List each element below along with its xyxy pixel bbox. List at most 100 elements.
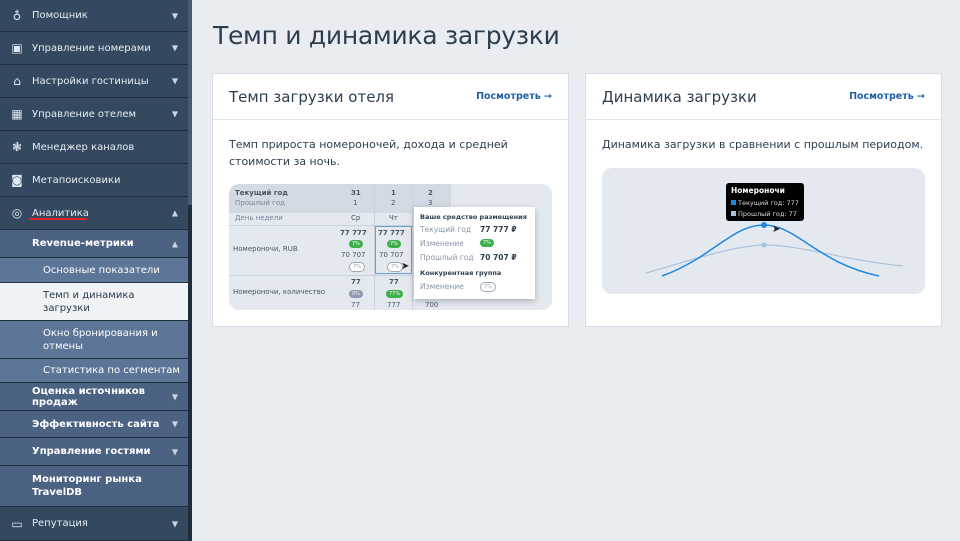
- calendar-icon: ▣: [11, 41, 23, 55]
- cell: Ср: [351, 214, 361, 222]
- label: Помощник: [32, 10, 88, 21]
- pace-table-preview: Текущий год Прошлый год День недели 31 1…: [229, 184, 552, 310]
- tooltip-heading: Ваше средство размещения: [420, 213, 527, 221]
- tooltip-title: Номероночи: [731, 186, 785, 195]
- sidebar-item-analytics[interactable]: ◎ Аналитика ▲: [0, 197, 188, 230]
- change-badge: 7%: [387, 240, 401, 248]
- sidebar-item-hotel-management[interactable]: ▦ Управление отелем ▼: [0, 98, 188, 131]
- chevron-down-icon: ▼: [171, 519, 178, 528]
- current-year-point: [761, 222, 767, 228]
- change-badge: 7%: [480, 282, 496, 292]
- sidebar-item-reputation[interactable]: ▭ Репутация ▼: [0, 507, 188, 541]
- label: Метапоисковики: [32, 174, 121, 186]
- chevron-up-icon: ▲: [171, 208, 178, 218]
- row-label: Номероночи, RUB: [233, 245, 298, 253]
- sidebar-scrollbar-thumb[interactable]: [188, 0, 192, 205]
- sidebar-item-channel-manager[interactable]: ❃ Менеджер каналов: [0, 131, 188, 164]
- sidebar-item-metasearch[interactable]: ◙ Метапоисковики: [0, 164, 188, 197]
- cell: 1: [391, 189, 396, 197]
- sidebar-item-assistant[interactable]: ♁ Помощник ▼: [0, 0, 188, 32]
- view-link[interactable]: Посмотреть →: [476, 91, 552, 102]
- sidebar-item-site-efficiency[interactable]: Эффективность сайта ▼: [0, 411, 188, 438]
- card-description: Динамика загрузки в сравнении с прошлым …: [602, 138, 924, 151]
- tooltip-current: Текущий год: 777: [738, 199, 799, 207]
- label: Настройки гостиницы: [32, 75, 149, 87]
- sidebar-item-guests[interactable]: Управление гостями ▼: [0, 438, 188, 466]
- label: Темп и динамика загрузки: [43, 289, 135, 314]
- cell: 70 707: [341, 251, 366, 259]
- cell: 77 777: [378, 229, 405, 237]
- chat-icon: ▭: [11, 516, 23, 531]
- sidebar-item-segments[interactable]: Статистика по сегментам: [0, 359, 188, 383]
- label: Основные показатели: [43, 264, 160, 276]
- chevron-down-icon: ▼: [171, 76, 178, 86]
- card-title: Темп загрузки отеля: [229, 87, 395, 106]
- sidebar-item-hotel-settings[interactable]: ⌂ Настройки гостиницы ▼: [0, 65, 188, 98]
- label: Управление отелем: [32, 108, 137, 120]
- change-badge: 7%: [349, 240, 363, 248]
- chart-tooltip: Номероночи Текущий год: 777 Прошлый год:…: [726, 183, 804, 221]
- home-icon: ⌂: [13, 74, 21, 88]
- view-link[interactable]: Посмотреть →: [849, 91, 925, 102]
- chevron-down-icon: ▼: [171, 43, 178, 53]
- sidebar-item-pace[interactable]: Темп и динамика загрузки: [0, 283, 188, 321]
- card-description: Темп прироста номероночей, дохода и сред…: [229, 138, 508, 168]
- cursor-icon: ➤: [772, 224, 781, 235]
- label: Эффективность сайта: [32, 418, 160, 430]
- label: Управление номерами: [32, 42, 151, 54]
- label: День недели: [235, 214, 283, 222]
- chevron-down-icon: ▼: [171, 419, 178, 429]
- label: Управление гостями: [32, 446, 151, 457]
- label: Прошлый год: [420, 253, 474, 262]
- cell: 31: [351, 189, 361, 197]
- cell: 70 707: [379, 251, 404, 259]
- cell: 77: [351, 278, 361, 286]
- cursor-icon: ➤: [401, 261, 410, 272]
- grid-icon: ▦: [11, 107, 23, 121]
- cell: 700: [425, 301, 439, 309]
- value: 70 707 ₽: [480, 253, 517, 262]
- analytics-icon: ◎: [11, 206, 23, 220]
- divider: [412, 184, 413, 310]
- page-title: Темп и динамика загрузки: [213, 21, 560, 50]
- pace-card: Темп загрузки отеля Посмотреть → Темп при…: [212, 73, 569, 327]
- sidebar-item-traveldb[interactable]: Мониторинг рынка TravelDB: [0, 466, 188, 507]
- sidebar-item-booking-window[interactable]: Окно бронирования и отмены: [0, 321, 188, 359]
- chevron-down-icon: ▼: [171, 109, 178, 119]
- dynamics-chart-preview: ➤ Номероночи Текущий год: 777 Прошлый го…: [602, 168, 925, 294]
- cell: 77 777: [340, 229, 367, 237]
- sidebar-item-sales-sources[interactable]: Оценка источников продаж ▼: [0, 383, 188, 411]
- cell: 2: [428, 189, 433, 197]
- cell-tooltip: Ваше средство размещения Текущий год 77 …: [414, 207, 535, 299]
- lightbulb-icon: ♁: [12, 8, 22, 23]
- change-badge: 7%: [480, 239, 494, 247]
- label: Текущий год: [420, 225, 472, 234]
- search-shield-icon: ◙: [11, 173, 23, 187]
- label: Текущий год: [235, 189, 288, 197]
- previous-year-line: [645, 244, 904, 274]
- label: Изменение: [420, 239, 464, 248]
- label: Оценка источников продаж: [32, 385, 145, 408]
- label: Аналитика: [32, 207, 89, 219]
- cell: Чт: [389, 214, 398, 222]
- chevron-up-icon: ▲: [171, 239, 178, 248]
- channels-icon: ❃: [11, 140, 23, 154]
- card-title: Динамика загрузки: [602, 87, 757, 106]
- sidebar-item-revenue-metrics[interactable]: Revenue-метрики ▲: [0, 230, 188, 258]
- value: 77 777 ₽: [480, 225, 517, 234]
- sidebar: ♁ Помощник ▼ ▣ Управление номерами ▼ ⌂ Настро…: [0, 0, 188, 541]
- label: Прошлый год: [235, 199, 285, 207]
- change-badge: 77%: [386, 290, 404, 298]
- chevron-down-icon: ▼: [171, 11, 178, 20]
- tooltip-heading: Конкурентная группа: [420, 269, 502, 277]
- sidebar-item-main-indicators[interactable]: Основные показатели: [0, 258, 188, 283]
- label: Менеджер каналов: [32, 141, 135, 153]
- sidebar-item-rooms[interactable]: ▣ Управление номерами ▼: [0, 32, 188, 65]
- cell: 2: [391, 199, 396, 207]
- label: Окно бронирования и отмены: [43, 327, 158, 352]
- cell: 777: [387, 301, 401, 309]
- cell: 3: [428, 199, 433, 207]
- chevron-down-icon: ▼: [171, 392, 178, 401]
- label: Репутация: [32, 518, 88, 529]
- chevron-down-icon: ▼: [171, 447, 178, 456]
